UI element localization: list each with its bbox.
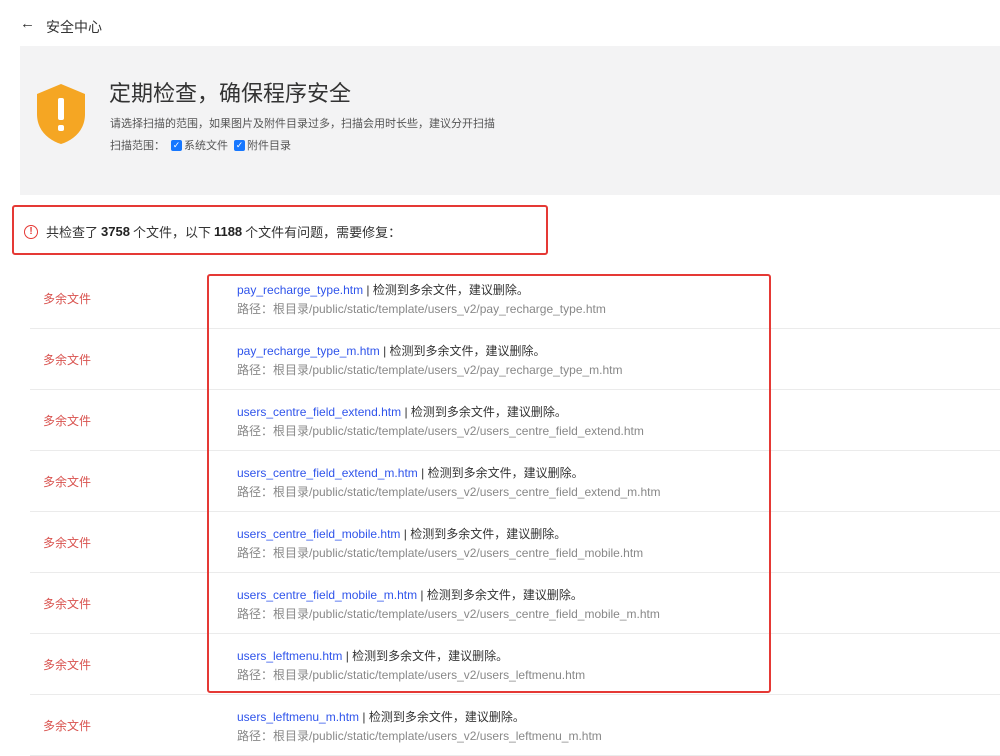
file-name-link[interactable]: users_centre_field_mobile_m.htm — [237, 588, 417, 602]
scan-hero-panel: 定期检查，确保程序安全 请选择扫描的范围，如果图片及附件目录过多，扫描会用时长些… — [20, 46, 1000, 195]
problem-type: 多余文件 — [43, 536, 92, 550]
file-name-link[interactable]: users_leftmenu_m.htm — [237, 710, 359, 724]
hero-description: 请选择扫描的范围，如果图片及附件目录过多，扫描会用时长些，建议分开扫描 — [110, 118, 495, 130]
file-path: 路径：根目录/public/static/template/users_v2/u… — [237, 546, 644, 560]
file-path: 路径：根目录/public/static/template/users_v2/u… — [237, 607, 660, 621]
info-circle-icon: ! — [24, 224, 38, 239]
page-title: 安全中心 — [46, 19, 102, 35]
problem-message: | 检测到多余文件，建议删除。 — [359, 710, 525, 724]
problem-type: 多余文件 — [43, 414, 92, 428]
list-item: 多余文件 users_centre_field_mobile_m.htm | 检… — [30, 573, 1000, 634]
problem-message: | 检测到多余文件，建议删除。 — [342, 649, 509, 663]
problem-type: 多余文件 — [43, 292, 92, 306]
file-name-link[interactable]: pay_recharge_type_m.htm — [237, 344, 380, 358]
problem-message: | 检测到多余文件，建议删除。 — [417, 588, 583, 602]
checkbox-label: 系统文件 — [184, 140, 228, 152]
hero-title: 定期检查，确保程序安全 — [109, 81, 352, 106]
checkbox-checked-icon: ✓ — [171, 139, 182, 151]
problem-count: 1188 — [213, 224, 243, 239]
checkbox-checked-icon: ✓ — [234, 139, 245, 151]
problem-message: | 检测到多余文件，建议删除。 — [379, 344, 546, 358]
file-name-link[interactable]: users_leftmenu.htm — [237, 649, 342, 663]
scan-range-label: 扫描范围： — [110, 140, 165, 152]
top-bar: ← 安全中心 — [0, 0, 1000, 46]
checkbox-system-files[interactable]: ✓ 系统文件 — [171, 137, 228, 153]
problem-type: 多余文件 — [43, 719, 92, 733]
checked-count: 3758 — [101, 224, 130, 239]
problem-message: | 检测到多余文件，建议删除。 — [400, 527, 567, 541]
problem-type: 多余文件 — [43, 658, 92, 672]
back-arrow-icon[interactable]: ← — [20, 15, 35, 32]
file-path: 路径：根目录/public/static/template/users_v2/p… — [237, 363, 623, 377]
problem-message: | 检测到多余文件，建议删除。 — [363, 283, 529, 297]
summary-prefix: 共检查了 — [46, 225, 99, 240]
shield-warning-icon — [37, 84, 85, 144]
list-item: 多余文件 users_centre_field_extend_m.htm | 检… — [30, 451, 1000, 512]
file-name-link[interactable]: users_centre_field_mobile.htm — [237, 527, 400, 541]
scan-summary: ! 共检查了 3758 个文件，以下 1188 个文件有问题，需要修复： — [12, 205, 548, 255]
checkbox-attachment-dir[interactable]: ✓ 附件目录 — [234, 137, 291, 153]
file-name-link[interactable]: pay_recharge_type.htm — [237, 283, 363, 297]
list-item: 多余文件 users_leftmenu.htm | 检测到多余文件，建议删除。 … — [30, 634, 1000, 695]
problem-type: 多余文件 — [43, 597, 92, 611]
list-item: 多余文件 pay_recharge_type.htm | 检测到多余文件，建议删… — [30, 268, 1000, 329]
scan-range: 扫描范围： ✓ 系统文件 ✓ 附件目录 — [110, 137, 291, 153]
list-item: 多余文件 users_centre_field_mobile.htm | 检测到… — [30, 512, 1000, 573]
file-path: 路径：根目录/public/static/template/users_v2/u… — [237, 485, 661, 499]
file-name-link[interactable]: users_centre_field_extend_m.htm — [237, 466, 418, 480]
problem-message: | 检测到多余文件，建议删除。 — [401, 405, 567, 419]
checkbox-label: 附件目录 — [247, 140, 291, 152]
file-path: 路径：根目录/public/static/template/users_v2/u… — [237, 424, 644, 438]
summary-middle: 个文件，以下 — [132, 225, 211, 240]
problem-message: | 检测到多余文件，建议删除。 — [417, 466, 584, 480]
file-name-link[interactable]: users_centre_field_extend.htm — [237, 405, 401, 419]
list-item: 多余文件 users_centre_field_extend.htm | 检测到… — [30, 390, 1000, 451]
summary-suffix: 个文件有问题，需要修复： — [245, 225, 402, 240]
file-path: 路径：根目录/public/static/template/users_v2/p… — [237, 302, 606, 316]
file-path: 路径：根目录/public/static/template/users_v2/u… — [237, 729, 602, 743]
list-item: 多余文件 users_leftmenu_m.htm | 检测到多余文件，建议删除… — [30, 695, 1000, 756]
problem-type: 多余文件 — [43, 475, 92, 489]
file-path: 路径：根目录/public/static/template/users_v2/u… — [237, 668, 586, 682]
list-item: 多余文件 pay_recharge_type_m.htm | 检测到多余文件，建… — [30, 329, 1000, 390]
problem-type: 多余文件 — [43, 353, 92, 367]
